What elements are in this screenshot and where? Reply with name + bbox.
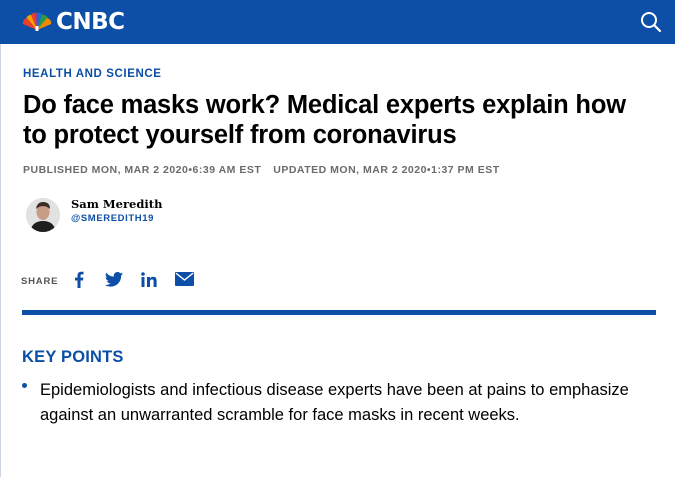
author-avatar[interactable] [26, 198, 60, 232]
key-points-divider [22, 310, 656, 315]
author-portrait-icon [26, 198, 60, 232]
key-point-bullet [22, 383, 27, 388]
search-icon [641, 12, 662, 33]
share-email-button[interactable] [174, 270, 194, 288]
linkedin-icon [140, 271, 157, 287]
share-linkedin-button[interactable] [140, 270, 157, 288]
published-time: PUBLISHED MON, MAR 2 2020•6:39 AM EST [23, 164, 262, 176]
twitter-icon [105, 271, 123, 287]
top-navigation-bar: CNBC [0, 0, 675, 44]
updated-time: UPDATED MON, MAR 2 2020•1:37 PM EST [273, 164, 500, 176]
page-left-border [0, 44, 1, 477]
cnbc-logo[interactable]: CNBC [22, 9, 125, 35]
key-point-item: Epidemiologists and infectious disease e… [40, 381, 629, 424]
facebook-icon [75, 271, 84, 288]
share-twitter-button[interactable] [105, 270, 123, 288]
share-label: SHARE [21, 276, 59, 287]
email-icon [174, 272, 194, 286]
peacock-logo-icon [22, 12, 52, 31]
article-dateline: PUBLISHED MON, MAR 2 2020•6:39 AM EST UPD… [23, 164, 500, 176]
section-link[interactable]: HEALTH AND SCIENCE [23, 68, 162, 80]
search-button[interactable] [639, 10, 663, 34]
article-headline: Do face masks work? Medical experts expl… [23, 91, 626, 149]
author-twitter-handle[interactable]: @SMEREDITH19 [71, 213, 154, 224]
brand-wordmark: CNBC [56, 9, 125, 35]
author-name[interactable]: Sam Meredith [71, 197, 162, 211]
key-points-title: KEY POINTS [22, 348, 124, 366]
share-facebook-button[interactable] [73, 270, 85, 288]
